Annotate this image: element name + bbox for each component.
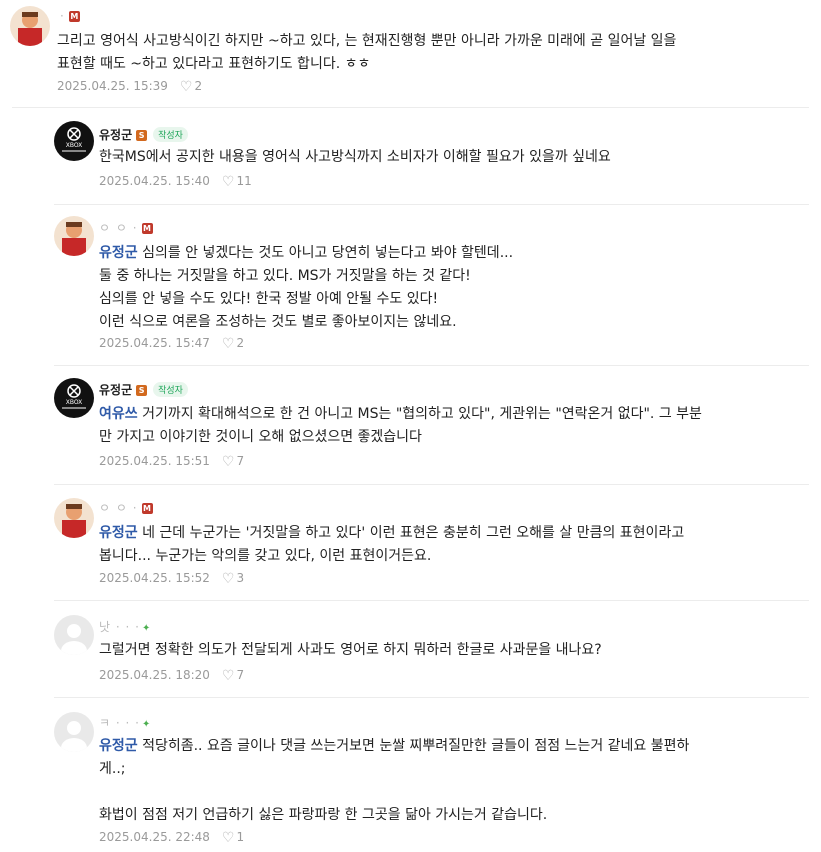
comment-body: 그리고 영어식 사고방식이긴 하지만 ~하고 있다, 는 현재진행형 뿐만 아니… (57, 33, 677, 72)
comment-date: 2025.04.25. 15:40 (99, 174, 210, 188)
avatar-character-icon (18, 12, 42, 46)
manager-badge: M (141, 503, 153, 514)
staff-badge: S (136, 130, 148, 141)
comment-nickname[interactable]: 유정군 S 작성자 (99, 381, 188, 398)
comment-meta: 2025.04.25. 15:47 ♡ 2 (99, 336, 244, 352)
reply-item: ㅋ · · · ✦ 유정군 적당히좀.. 요즘 글이나 댓글 쓰는거보면 눈쌀 찌… (0, 698, 821, 852)
avatar[interactable] (54, 498, 94, 538)
comment-item: · M 그리고 영어식 사고방식이긴 하지만 ~하고 있다, 는 현재진행형 뿐만… (0, 0, 821, 108)
comment-body: 그럴거면 정확한 의도가 전달되게 사과도 영어로 하지 뭐하러 한글로 사과문… (99, 642, 602, 658)
comment-body: 여유쓰 거기까지 확대해석으로 한 건 아니고 MS는 "협의하고 있다", 게… (99, 406, 702, 445)
comment-nickname[interactable]: 낫 · · · ✦ (99, 618, 150, 635)
mention-link[interactable]: 유정군 (99, 525, 138, 541)
comment-nickname[interactable]: ㅋ · · · ✦ (99, 714, 150, 731)
like-count: 2 (194, 79, 203, 93)
reply-item: XBOX 유정군 S 작성자 여유쓰 거기까지 확대해석으로 한 건 아니고 MS는… (0, 366, 821, 484)
avatar[interactable] (54, 712, 94, 752)
like-count: 1 (236, 830, 245, 844)
comment-body: 한국MS에서 공지한 내용을 영어식 사고방식까지 소비자가 이해할 필요가 있… (99, 149, 611, 165)
manager-badge: M (141, 223, 153, 234)
default-avatar-icon (61, 721, 87, 752)
comment-nickname[interactable]: ㅇ ㅇ · M (99, 219, 153, 236)
avatar[interactable] (54, 615, 94, 655)
reply-item: 낫 · · · ✦ 그럴거면 정확한 의도가 전달되게 사과도 영어로 하지 뭐하… (0, 601, 821, 697)
mention-link[interactable]: 여유쓰 (99, 406, 138, 422)
avatar-character-icon (62, 222, 86, 256)
like-count: 7 (236, 668, 245, 682)
heart-outline-icon[interactable]: ♡ (222, 454, 235, 470)
svg-text:XBOX: XBOX (66, 142, 83, 149)
heart-outline-icon[interactable]: ♡ (222, 668, 235, 684)
like-count: 3 (236, 571, 245, 585)
heart-outline-icon[interactable]: ♡ (222, 830, 235, 846)
comment-body: 유정군 적당히좀.. 요즘 글이나 댓글 쓰는거보면 눈쌀 찌뿌려질만한 글들이… (99, 738, 690, 823)
comment-meta: 2025.04.25. 15:39 ♡ 2 (57, 79, 202, 95)
comment-body: 유정군 심의를 안 넣겠다는 것도 아니고 당연히 넣는다고 봐야 할텐데...… (99, 245, 514, 330)
reply-item: ㅇ ㅇ · M 유정군 심의를 안 넣겠다는 것도 아니고 당연히 넣는다고 봐야… (0, 205, 821, 365)
avatar[interactable]: XBOX (54, 121, 94, 161)
comment-date: 2025.04.25. 15:47 (99, 336, 210, 350)
comment-date: 2025.04.25. 18:20 (99, 668, 210, 682)
reply-item: ㅇ ㅇ · M 유정군 네 근데 누군가는 '거짓말을 하고 있다' 이런 표현은… (0, 485, 821, 600)
comment-date: 2025.04.25. 22:48 (99, 830, 210, 844)
comment-date: 2025.04.25. 15:39 (57, 79, 168, 93)
avatar-character-icon (62, 504, 86, 538)
staff-badge: S (136, 385, 148, 396)
reply-item: XBOX 유정군 S 작성자 한국MS에서 공지한 내용을 영어식 사고방식까지 소… (0, 108, 821, 204)
heart-outline-icon[interactable]: ♡ (222, 174, 235, 190)
comment-nickname[interactable]: ㅇ ㅇ · M (99, 499, 153, 516)
comment-meta: 2025.04.25. 22:48 ♡ 1 (99, 830, 244, 846)
heart-outline-icon[interactable]: ♡ (222, 336, 235, 352)
like-count: 11 (236, 174, 252, 188)
like-count: 2 (236, 336, 245, 350)
comment-meta: 2025.04.25. 18:20 ♡ 7 (99, 668, 244, 684)
manager-badge: M (68, 11, 80, 22)
comment-body: 유정군 네 근데 누군가는 '거짓말을 하고 있다' 이런 표현은 충분히 그런… (99, 525, 685, 564)
heart-outline-icon[interactable]: ♡ (180, 79, 193, 95)
sprout-icon: ✦ (141, 623, 151, 634)
comment-date: 2025.04.25. 15:51 (99, 454, 210, 468)
avatar[interactable] (54, 216, 94, 256)
comment-nickname[interactable]: · M (60, 9, 80, 23)
author-tag: 작성자 (153, 382, 188, 397)
mention-link[interactable]: 유정군 (99, 245, 138, 261)
avatar[interactable]: XBOX (54, 378, 94, 418)
svg-text:XBOX: XBOX (66, 399, 83, 406)
sprout-icon: ✦ (141, 719, 151, 730)
comment-date: 2025.04.25. 15:52 (99, 571, 210, 585)
comment-meta: 2025.04.25. 15:51 ♡ 7 (99, 454, 244, 470)
comment-meta: 2025.04.25. 15:40 ♡ 11 (99, 174, 252, 190)
xbox-logo-icon: XBOX (62, 127, 86, 152)
like-count: 7 (236, 454, 245, 468)
default-avatar-icon (61, 624, 87, 655)
comment-nickname[interactable]: 유정군 S 작성자 (99, 126, 188, 143)
avatar[interactable] (10, 6, 50, 46)
comment-meta: 2025.04.25. 15:52 ♡ 3 (99, 571, 244, 587)
author-tag: 작성자 (153, 127, 188, 142)
mention-link[interactable]: 유정군 (99, 738, 138, 754)
xbox-logo-icon: XBOX (62, 384, 86, 409)
heart-outline-icon[interactable]: ♡ (222, 571, 235, 587)
